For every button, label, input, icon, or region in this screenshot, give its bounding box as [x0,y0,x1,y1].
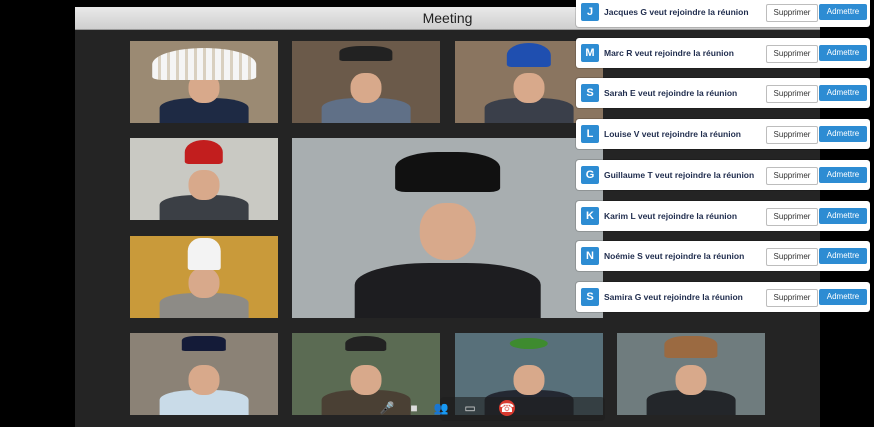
admit-button[interactable]: Admettre [819,167,867,183]
wreath-hat-filter [509,337,549,350]
participants-icon[interactable]: 👥 [432,400,450,416]
chat-icon[interactable]: ▭ [461,400,479,416]
remove-button[interactable]: Supprimer [766,167,818,185]
end-call-icon[interactable]: ☎ [499,400,515,416]
participant-video-tile[interactable] [130,138,278,220]
participant-video-tile[interactable] [617,333,765,415]
avatar: N [581,247,599,265]
join-request-text: Karim L veut rejoindre la réunion [604,211,738,221]
participant-video-tile[interactable] [130,333,278,415]
participant-head [513,365,545,396]
participant-figure [646,349,736,415]
chef-hat-filter [187,237,221,271]
join-request-notification: S Sarah E veut rejoindre la réunion Suppri… [576,78,870,108]
participant-head [513,73,545,104]
join-request-text: Noémie S veut rejoindre la réunion [604,251,745,261]
participant-figure [484,57,574,123]
join-request-notification: J Jacques G veut rejoindre la réunion Supp… [576,0,870,27]
avatar: S [581,288,599,306]
camera-icon[interactable]: ■ [405,400,423,416]
join-request-notification: K Karim L veut rejoindre la réunion Suppri… [576,201,870,231]
participant-head [188,365,220,396]
avatar: L [581,125,599,143]
join-request-notification: M Marc R veut rejoindre la réunion Supprim… [576,38,870,68]
avatar: K [581,207,599,225]
participant-figure [321,349,411,415]
join-request-notification: N Noémie S veut rejoindre la réunion Suppr… [576,241,870,271]
participant-body [354,263,541,318]
fedora-hat-filter [339,45,393,61]
participant-head [188,268,220,299]
participant-video-tile[interactable] [130,236,278,318]
remove-button[interactable]: Supprimer [766,126,818,144]
join-request-text: Marc R veut rejoindre la réunion [604,48,734,58]
participant-head [350,73,382,104]
admit-button[interactable]: Admettre [819,208,867,224]
flatcap-hat-filter [345,336,387,352]
captain-hat-filter [181,336,227,352]
avatar: M [581,44,599,62]
admit-button[interactable]: Admettre [819,85,867,101]
join-request-notification: G Guillaume T veut rejoindre la réunion Su… [576,160,870,190]
cowboy-hat-filter [664,336,718,358]
microphone-icon[interactable]: 🎤 [378,400,396,416]
remove-button[interactable]: Supprimer [766,289,818,307]
participant-head [350,365,382,396]
join-request-text: Jacques G veut rejoindre la réunion [604,7,749,17]
join-request-text: Sarah E veut rejoindre la réunion [604,88,738,98]
avatar: S [581,84,599,102]
join-request-text: Louise V veut rejoindre la réunion [604,129,741,139]
remove-button[interactable]: Supprimer [766,45,818,63]
participant-head [675,365,707,396]
helmet-hat-filter [506,42,552,68]
beanie-hat-filter [184,139,224,165]
join-request-notification: S Samira G veut rejoindre la réunion Suppr… [576,282,870,312]
avatar: J [581,3,599,21]
admit-button[interactable]: Admettre [819,126,867,142]
admit-button[interactable]: Admettre [819,248,867,264]
remove-button[interactable]: Supprimer [766,85,818,103]
remove-button[interactable]: Supprimer [766,4,818,22]
admit-button[interactable]: Admettre [819,45,867,61]
participant-video-tile[interactable] [292,41,440,123]
participant-figure [159,154,249,220]
admit-button[interactable]: Admettre [819,289,867,305]
remove-button[interactable]: Supprimer [766,248,818,266]
participant-head [188,170,220,201]
join-request-text: Samira G veut rejoindre la réunion [604,292,743,302]
participant-figure [159,349,249,415]
avatar: G [581,166,599,184]
feather-hat-filter [152,47,256,81]
admit-button[interactable]: Admettre [819,4,867,20]
participant-head [419,202,476,261]
participant-video-tile[interactable] [130,41,278,123]
active-speaker-video[interactable] [292,138,603,318]
remove-button[interactable]: Supprimer [766,208,818,226]
black-fedora-hat-filter [394,152,501,192]
join-request-text: Guillaume T veut rejoindre la réunion [604,170,755,180]
participant-figure [321,57,411,123]
participant-figure [354,174,541,318]
join-request-notification: L Louise V veut rejoindre la réunion Suppr… [576,119,870,149]
